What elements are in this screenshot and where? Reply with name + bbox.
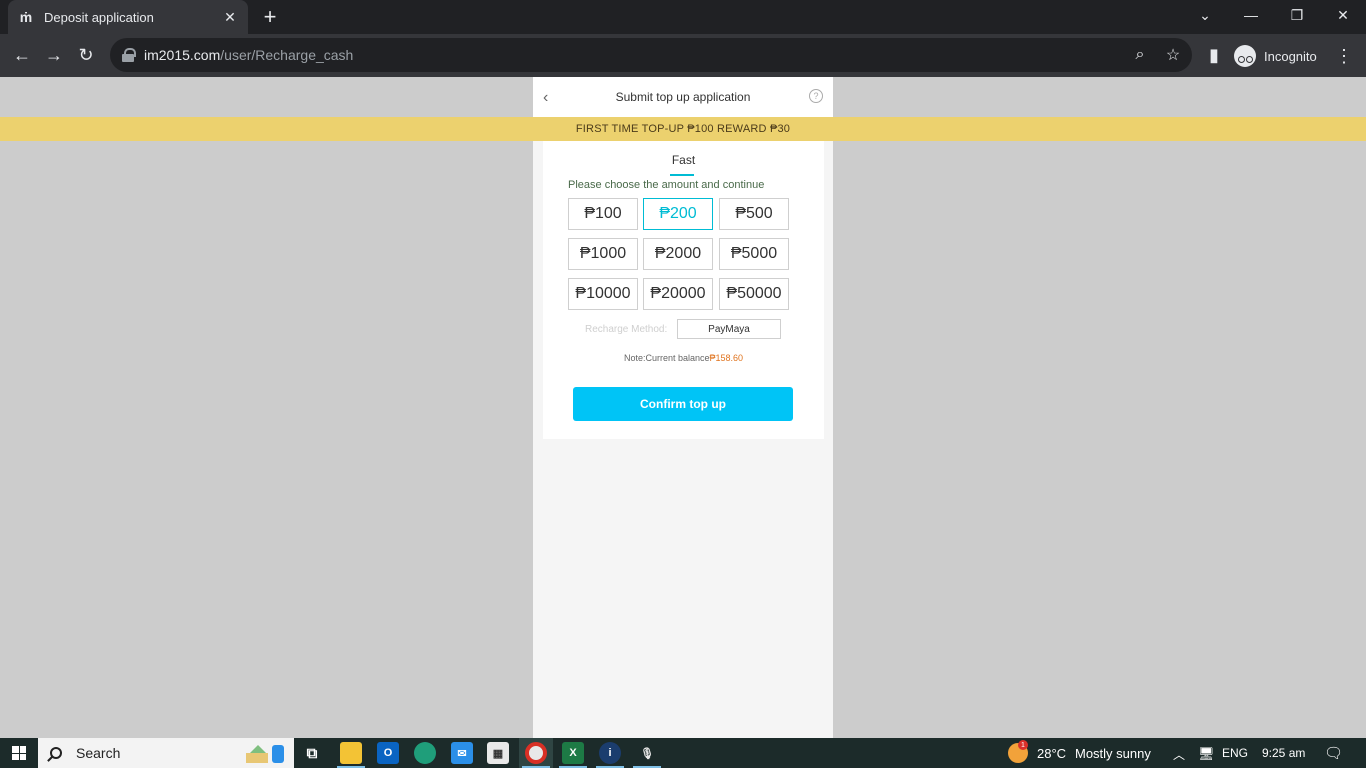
side-panel-button[interactable]: ▮ [1200, 41, 1228, 69]
chrome-icon[interactable] [525, 742, 547, 764]
back-button[interactable]: ← [8, 41, 36, 69]
amount-option[interactable]: ₱50000 [719, 278, 789, 310]
new-tab-button[interactable]: + [258, 4, 282, 29]
browser-toolbar: ← → ↻ im2015.com /user/Recharge_cash ⌕ ☆… [0, 34, 1366, 77]
weather-temp[interactable]: 28°C [1037, 746, 1066, 761]
url-path: /user/Recharge_cash [220, 47, 354, 63]
note-prefix: Note:Current balance [623, 353, 710, 363]
browser-tab[interactable]: ṁ Deposit application ✕ [8, 0, 248, 34]
weather-desc[interactable]: Mostly sunny [1075, 746, 1151, 761]
minimize-button[interactable]: — [1228, 0, 1274, 30]
excel-icon[interactable]: X [562, 742, 584, 764]
clock[interactable]: 9:25 am [1262, 746, 1305, 760]
mail-icon[interactable]: ✉ [451, 742, 473, 764]
url-host: im2015.com [144, 47, 221, 63]
edge-icon[interactable] [414, 742, 436, 764]
file-explorer-icon[interactable] [340, 742, 362, 764]
balance-note: Note:Current balance₱158.60 [543, 353, 824, 363]
windows-taskbar: Search ⧉ O ✉ ▦ X i 🎙 1 28°C Mostly sunny… [0, 738, 1366, 768]
tab-underline [670, 174, 694, 176]
amount-option[interactable]: ₱5000 [719, 238, 789, 270]
close-icon[interactable]: ✕ [222, 9, 238, 25]
restore-button[interactable]: ❐ [1274, 0, 1320, 30]
app-icon[interactable]: i [599, 742, 621, 764]
amount-option-selected[interactable]: ₱200 [643, 198, 713, 230]
page-viewport: ‹ Submit top up application ? FIRST TIME… [0, 77, 1366, 738]
weather-badge: 1 [1018, 740, 1028, 750]
page-header: ‹ Submit top up application ? [533, 77, 833, 117]
lock-icon[interactable] [122, 48, 136, 62]
store-icon[interactable]: ▦ [487, 742, 509, 764]
amount-option[interactable]: ₱20000 [643, 278, 713, 310]
amount-option[interactable]: ₱2000 [643, 238, 713, 270]
page-title: Submit top up application [615, 90, 751, 104]
tab-title: Deposit application [44, 9, 154, 25]
amount-option[interactable]: ₱500 [719, 198, 789, 230]
amount-option[interactable]: ₱1000 [568, 238, 638, 270]
incognito-indicator[interactable]: Incognito [1234, 41, 1317, 71]
windows-icon [12, 746, 26, 760]
chevron-up-icon[interactable]: ︿ [1173, 746, 1185, 763]
microphone-icon[interactable]: 🎙 [636, 742, 658, 764]
amount-option[interactable]: ₱100 [568, 198, 638, 230]
address-bar[interactable]: im2015.com /user/Recharge_cash ⌕ ☆ [110, 38, 1192, 72]
recharge-method-select[interactable]: PayMaya [677, 319, 781, 339]
search-placeholder: Search [76, 745, 121, 761]
incognito-icon [1234, 45, 1256, 67]
search-icon [50, 747, 62, 759]
recharge-method-label: Recharge Method: [585, 324, 668, 335]
amount-option[interactable]: ₱10000 [568, 278, 638, 310]
notification-icon[interactable]: 🗨 [1324, 744, 1343, 762]
deposit-card: Fast Please choose the amount and contin… [543, 141, 824, 439]
help-icon[interactable]: ? [809, 89, 823, 103]
confirm-top-up-button[interactable]: Confirm top up [573, 387, 793, 421]
star-icon[interactable]: ☆ [1163, 45, 1183, 65]
user-icon: ṁ [19, 9, 33, 25]
start-button[interactable] [0, 738, 38, 768]
network-icon[interactable]: 🖥 [1198, 746, 1215, 762]
forward-button[interactable]: → [40, 41, 68, 69]
incognito-label: Incognito [1264, 48, 1317, 64]
promo-banner: FIRST TIME TOP-UP ₱100 REWARD ₱30 [0, 117, 1366, 141]
language-indicator[interactable]: ENG [1222, 746, 1248, 760]
search-highlight-icon [246, 745, 284, 763]
browser-tab-strip: ṁ Deposit application ✕ + ⌄ — ❐ ✕ [0, 0, 1366, 34]
outlook-icon[interactable]: O [377, 742, 399, 764]
close-window-button[interactable]: ✕ [1320, 0, 1366, 30]
task-view-icon[interactable]: ⧉ [301, 742, 323, 764]
reload-button[interactable]: ↻ [72, 41, 100, 69]
zoom-icon[interactable]: ⌕ [1130, 45, 1150, 65]
tab-search-button[interactable]: ⌄ [1182, 0, 1228, 30]
amount-instruction: Please choose the amount and continue [568, 179, 765, 191]
current-balance: ₱158.60 [709, 353, 744, 363]
tab-fast[interactable]: Fast [543, 153, 824, 167]
more-vert-icon[interactable]: ⋮ [1334, 46, 1354, 66]
